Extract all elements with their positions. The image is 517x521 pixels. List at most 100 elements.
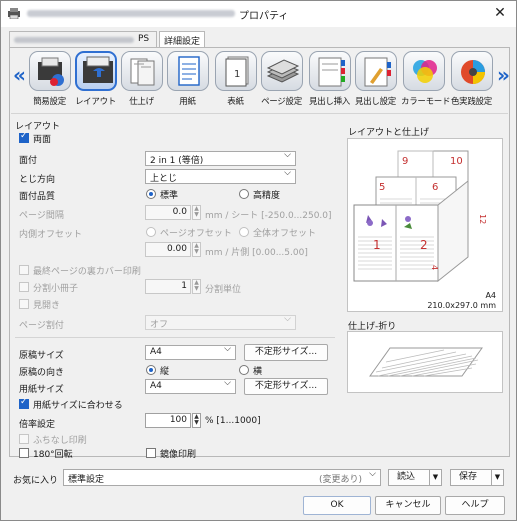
window-title: プロパティ xyxy=(239,11,289,22)
scroll-left-icon[interactable]: « xyxy=(13,63,26,87)
whole-offset-radio[interactable] xyxy=(239,227,249,237)
scroll-right-icon[interactable]: » xyxy=(497,63,510,87)
page-split-value: オフ xyxy=(150,320,169,330)
toolbar-label: 見出し挿入 xyxy=(308,97,350,107)
cancel-button[interactable]: キャンセル xyxy=(375,496,441,515)
borderless-label: ふちなし印刷 xyxy=(33,436,87,446)
original-size-label: 原稿サイズ xyxy=(19,351,64,361)
fit-to-paper-label: 用紙サイズに合わせる xyxy=(33,401,123,411)
duplex-checkbox[interactable] xyxy=(19,131,29,143)
split-booklet-checkbox[interactable] xyxy=(19,282,29,292)
quality-high-label: 高精度 xyxy=(253,191,281,201)
inner-offset-label: 内側オフセット xyxy=(19,230,83,240)
tab-name-redacted xyxy=(14,37,134,43)
spread-label: 見開き xyxy=(33,301,61,311)
toolbar-color-setting[interactable]: 色実践設定 xyxy=(449,51,494,111)
orientation-landscape-label: 横 xyxy=(253,367,263,377)
split-spinner[interactable]: ▲ ▼ xyxy=(192,279,201,294)
tab-setting-icon xyxy=(354,51,397,91)
preview-layout-title: レイアウトと仕上げ xyxy=(348,128,430,138)
save-button[interactable]: 保存 ▼ xyxy=(450,469,504,486)
help-button[interactable]: ヘルプ xyxy=(445,496,505,515)
toolbar-finishing[interactable]: 仕上げ xyxy=(119,51,164,111)
toolbar-quick-setup[interactable]: 簡易設定 xyxy=(27,51,72,111)
toolbar-label: 色実践設定 xyxy=(450,97,492,107)
zoom-spinner[interactable]: ▲ ▼ xyxy=(192,413,201,428)
favorites-value: 標準設定 xyxy=(68,475,105,485)
back-cover-checkbox[interactable] xyxy=(19,265,29,275)
toolbar-label: 表紙 xyxy=(227,97,244,107)
gap-label: ページ間隔 xyxy=(19,211,64,221)
mirror-checkbox[interactable] xyxy=(146,448,156,458)
fold-preview-image xyxy=(369,347,483,377)
load-button[interactable]: 読込 ▼ xyxy=(388,469,442,486)
close-button[interactable]: ✕ xyxy=(492,5,508,21)
offset-unit: mm / 片側 [0.00...5.00] xyxy=(205,248,308,258)
gap-input[interactable]: 0.0 xyxy=(145,205,191,220)
paper-size-select[interactable]: A4 xyxy=(145,378,236,394)
toolbar-label: ページ設定 xyxy=(261,97,302,107)
offset-value: 0.00 xyxy=(166,244,187,254)
page-num-4: 4 xyxy=(430,265,439,270)
printer-name-redacted xyxy=(27,10,235,17)
tab-printer[interactable]: PS xyxy=(9,31,157,47)
rotate180-label: 180°回転 xyxy=(33,450,73,460)
zoom-unit: % [1...1000] xyxy=(205,416,261,426)
properties-dialog: プロパティ ✕ PS 詳細設定 « » 簡易設定 レイアウト 仕上げ 用紙 1 … xyxy=(0,0,517,521)
orientation-portrait-label: 縦 xyxy=(160,367,170,377)
orientation-portrait-radio[interactable] xyxy=(146,365,156,375)
toolbar-layout[interactable]: レイアウト xyxy=(73,51,118,111)
toolbar-color-mode[interactable]: カラーモード xyxy=(401,51,451,111)
paper-custom-size-button[interactable]: 不定形サイズ... xyxy=(244,378,328,395)
gap-spinner[interactable]: ▲ ▼ xyxy=(192,205,201,220)
quality-high-radio[interactable] xyxy=(239,189,249,199)
page-offset-radio[interactable] xyxy=(146,227,156,237)
tab-insert-icon xyxy=(308,51,351,91)
ok-button[interactable]: OK xyxy=(303,496,371,515)
toolbar-page-setup[interactable]: ページ設定 xyxy=(259,51,304,111)
finish-preview xyxy=(347,331,503,393)
toolbar-label: 仕上げ xyxy=(129,97,154,107)
original-size-select[interactable]: A4 xyxy=(145,344,236,360)
toolbar-paper[interactable]: 用紙 xyxy=(165,51,210,111)
spread-checkbox[interactable] xyxy=(19,299,29,309)
back-cover-label: 最終ページの裏カバー印刷 xyxy=(33,267,141,277)
borderless-checkbox[interactable] xyxy=(19,434,29,444)
original-size-value: A4 xyxy=(150,347,162,357)
split-input[interactable]: 1 xyxy=(145,279,191,294)
printer-icon xyxy=(8,8,20,19)
favorites-select[interactable]: 標準設定 (変更あり) xyxy=(63,469,381,486)
toolbar-label: カラーモード xyxy=(401,97,451,107)
mirror-label: 鏡像印刷 xyxy=(160,450,197,460)
page-setup-icon xyxy=(260,51,303,91)
tab-advanced[interactable]: 詳細設定 xyxy=(159,31,205,47)
fit-to-paper-checkbox[interactable] xyxy=(19,397,29,409)
offset-spinner[interactable]: ▲ ▼ xyxy=(192,242,201,257)
tab-printer-label: PS xyxy=(138,34,150,44)
toolbar-label: レイアウト xyxy=(74,97,116,107)
page-split-select[interactable]: オフ xyxy=(145,314,296,330)
page-num-5: 5 xyxy=(379,182,385,193)
toolbar-tab-insert[interactable]: 見出し挿入 xyxy=(307,51,352,111)
nup-select[interactable]: 2 in 1 (等倍) xyxy=(145,150,296,166)
load-dropdown-icon[interactable]: ▼ xyxy=(429,470,441,485)
toolbar-tab-setting[interactable]: 見出し設定 xyxy=(353,51,398,111)
layout-icon xyxy=(74,51,117,91)
quality-standard-radio[interactable] xyxy=(146,189,156,199)
binding-value: 上とじ xyxy=(150,174,178,184)
toolbar-cover[interactable]: 1 表紙 xyxy=(213,51,258,111)
page-num-2: 2 xyxy=(420,238,428,252)
toolbar-label: 見出し設定 xyxy=(354,97,396,107)
split-booklet-label: 分割小冊子 xyxy=(33,284,79,294)
page-split-label: ページ割付 xyxy=(19,321,64,331)
toolbar-label: 用紙 xyxy=(179,97,196,107)
binding-select[interactable]: 上とじ xyxy=(145,168,296,184)
gap-unit: mm / シート [-250.0...250.0] xyxy=(205,211,332,221)
original-custom-size-button[interactable]: 不定形サイズ... xyxy=(244,344,328,361)
toolbar-divider xyxy=(11,113,508,114)
rotate180-checkbox[interactable] xyxy=(19,448,29,458)
orientation-landscape-radio[interactable] xyxy=(239,365,249,375)
zoom-input[interactable]: 100 xyxy=(145,413,191,428)
save-dropdown-icon[interactable]: ▼ xyxy=(491,470,503,485)
offset-input[interactable]: 0.00 xyxy=(145,242,191,257)
